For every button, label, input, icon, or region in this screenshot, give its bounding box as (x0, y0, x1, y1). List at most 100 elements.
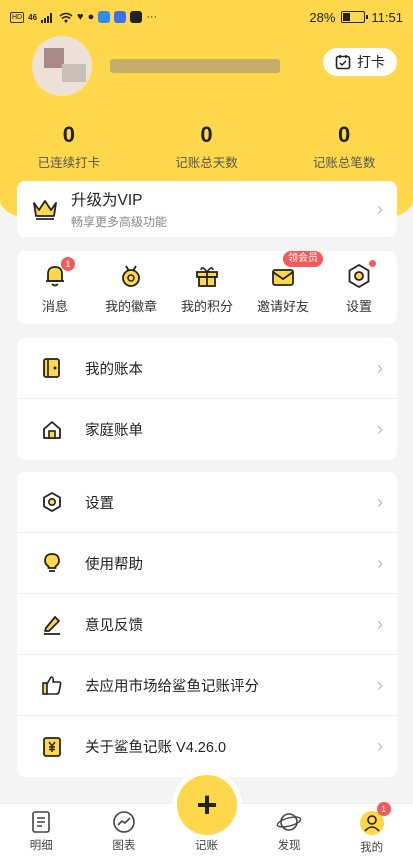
status-bar: HD 46 ♥ ● ··· 28% 11:51 (0, 0, 413, 34)
list-item-help[interactable]: 使用帮助 › (17, 533, 397, 594)
stat-label: 已连续打卡 (37, 156, 101, 170)
chevron-right-icon: › (377, 552, 383, 573)
hex-gear-icon (43, 492, 61, 512)
stat-streak: 0 已连续打卡 (0, 122, 138, 171)
chevron-right-icon: › (377, 736, 383, 756)
gift-icon (196, 267, 218, 287)
stat-label: 记账总天数 (175, 156, 238, 170)
shortcut-label: 消息 (41, 299, 68, 314)
house-icon (43, 420, 61, 439)
lightbulb-icon (44, 553, 60, 572)
chevron-right-icon: › (377, 613, 383, 634)
books-card: 我的账本 › 家庭账单 › (17, 338, 397, 460)
list-label: 意见反馈 (85, 617, 143, 634)
shortcut-badges[interactable]: 我的徽章 (93, 263, 169, 324)
stat-label: 记账总笔数 (312, 156, 376, 170)
thumbs-up-icon (42, 676, 62, 695)
stats-row: 0 已连续打卡 0 记账总天数 0 记账总笔数 (0, 122, 413, 171)
chevron-right-icon: › (377, 198, 383, 219)
shortcut-settings[interactable]: 设置 (321, 260, 397, 324)
list-item-about[interactable]: 关于鲨鱼记账 V4.26.0 › (17, 716, 397, 777)
shortcut-messages[interactable]: 1 消息 (17, 257, 93, 324)
list-item-settings[interactable]: 设置 › (17, 472, 397, 533)
shortcut-invite[interactable]: 领会员 邀请好友 (245, 251, 323, 324)
planet-icon (276, 813, 302, 831)
tab-details[interactable]: 明细 (0, 804, 83, 867)
tab-label: 记账 (194, 840, 218, 852)
vip-reward-pill: 领会员 (283, 251, 323, 267)
stat-count: 0 记账总笔数 (275, 122, 413, 171)
list-item-feedback[interactable]: 意见反馈 › (17, 594, 397, 655)
chevron-right-icon: › (377, 674, 383, 695)
signal-icon (41, 12, 53, 23)
list-label: 使用帮助 (85, 556, 143, 573)
settings-dot (369, 260, 376, 267)
tab-label: 发现 (277, 840, 301, 852)
shortcut-label: 邀请好友 (256, 299, 309, 314)
avatar[interactable] (32, 36, 92, 96)
tab-label: 我的 (360, 842, 384, 854)
list-label: 去应用市场给鲨鱼记账评分 (85, 678, 259, 695)
battery-icon (341, 11, 369, 23)
hd-indicator: HD (10, 11, 25, 23)
checkin-button[interactable]: 打卡 (323, 48, 397, 76)
status-icons: HD 46 ♥ ● ··· (10, 11, 157, 23)
message-badge: 1 (61, 257, 75, 271)
username-redacted (110, 59, 280, 73)
list-item-my-books[interactable]: 我的账本 › (17, 338, 397, 399)
wifi-icon (59, 12, 73, 22)
tab-label: 明细 (29, 840, 53, 852)
chart-icon (113, 811, 135, 833)
network-speed: 46 (28, 12, 38, 22)
shortcut-label: 设置 (345, 299, 372, 314)
tiktok-icon (130, 11, 143, 23)
profile-section[interactable] (32, 36, 280, 96)
add-record-button[interactable]: + (177, 775, 237, 835)
clock: 11:51 (371, 9, 403, 25)
list-item-rate-app[interactable]: 去应用市场给鲨鱼记账评分 › (17, 655, 397, 716)
pen-icon (44, 616, 60, 635)
list-item-family-bill[interactable]: 家庭账单 › (17, 399, 397, 460)
chevron-right-icon: › (377, 419, 383, 439)
vip-subtitle: 畅享更多高级功能 (71, 215, 168, 229)
chevron-right-icon: › (377, 491, 383, 512)
list-label: 家庭账单 (85, 423, 143, 439)
settings-card: 设置 › 使用帮助 › 意见反馈 › 去应用市场给鲨鱼记账评分 › 关于鲨鱼记账… (17, 472, 397, 777)
stat-value: 0 (200, 122, 213, 147)
stat-days: 0 记账总天数 (138, 122, 276, 171)
document-icon (32, 811, 51, 833)
battery-percent: 28% (309, 9, 336, 25)
app-icon-2 (114, 11, 127, 23)
plus-icon: + (196, 784, 218, 825)
more-icon: ··· (146, 11, 158, 23)
chevron-right-icon: › (377, 357, 383, 378)
list-label: 设置 (85, 495, 114, 512)
calendar-icon (335, 55, 351, 70)
checkin-label: 打卡 (357, 54, 385, 70)
ledger-icon (43, 358, 60, 378)
hex-gear-icon (348, 264, 370, 288)
chat-icon: ● (87, 11, 95, 23)
vip-upgrade-card[interactable]: 升级为VIP 畅享更多高级功能 › (17, 181, 397, 237)
shortcut-points[interactable]: 我的积分 (169, 263, 245, 324)
stat-value: 0 (338, 122, 351, 147)
stat-value: 0 (62, 122, 75, 147)
app-icon-1 (98, 11, 111, 23)
list-label: 我的账本 (85, 361, 143, 378)
tab-discover[interactable]: 发现 (248, 804, 331, 867)
status-right: 28% 11:51 (309, 10, 403, 25)
crown-icon (33, 200, 57, 220)
heart-icon: ♥ (77, 11, 84, 23)
yen-icon (43, 736, 61, 757)
shortcut-label: 我的积分 (180, 299, 233, 314)
vip-title: 升级为VIP (71, 192, 143, 209)
tab-charts[interactable]: 图表 (83, 804, 166, 867)
medal-icon (122, 265, 140, 287)
tab-mine[interactable]: 1 我的 (330, 802, 413, 867)
tab-label: 图表 (112, 840, 136, 852)
shortcut-grid: 1 消息 我的徽章 我的积分 领会员 邀请好友 设置 (17, 251, 397, 324)
mine-badge: 1 (376, 802, 391, 816)
list-label: 关于鲨鱼记账 V4.26.0 (85, 740, 227, 756)
shortcut-label: 我的徽章 (104, 299, 157, 314)
vip-text: 升级为VIP 畅享更多高级功能 (71, 188, 167, 230)
